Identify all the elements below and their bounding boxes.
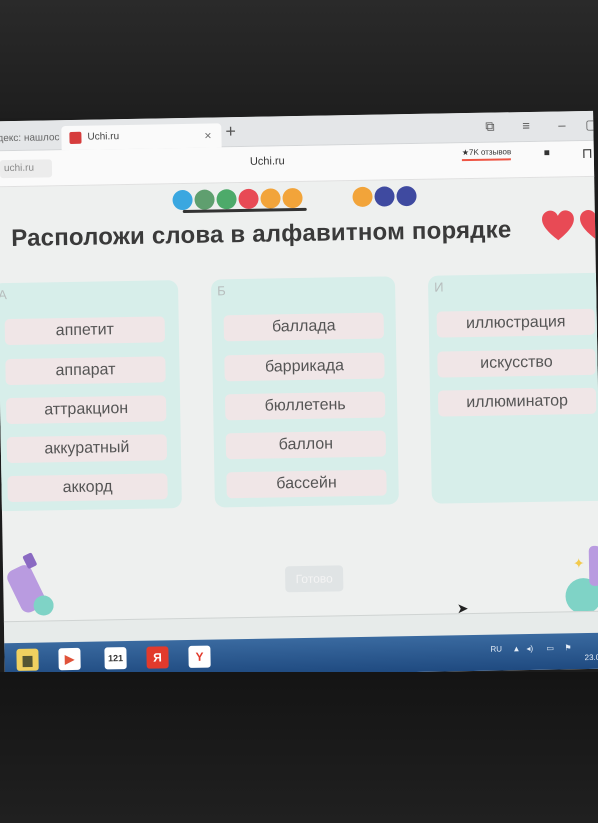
word-card[interactable]: искусство — [437, 348, 596, 378]
reviews-link[interactable]: ★7K отзывов — [461, 147, 512, 162]
flag-icon[interactable]: ⚑ — [564, 643, 571, 652]
word-card[interactable]: бюллетень — [224, 391, 386, 421]
screen: декс: нашлос Uchi.ru × + ⧉ ≡ – ▢ uchi.ru… — [0, 110, 598, 680]
mouse-cursor-icon: ➤ — [456, 600, 469, 617]
word-card[interactable]: аппарат — [5, 356, 166, 386]
word-card[interactable]: аккорд — [7, 473, 168, 503]
uchi-favicon-icon — [69, 131, 82, 144]
new-tab-button[interactable]: + — [225, 121, 236, 142]
task-title: Расположи слова в алфавитном порядке — [10, 216, 512, 253]
word-card[interactable]: аккуратный — [6, 434, 168, 464]
word-card[interactable]: аттракцион — [5, 395, 167, 425]
ready-button[interactable]: Готово — [284, 565, 344, 593]
network-icon[interactable]: ▭ — [546, 644, 554, 653]
svg-text:✦: ✦ — [573, 555, 585, 571]
word-card[interactable]: иллюминатор — [437, 387, 597, 417]
progress-dot — [238, 188, 259, 210]
progress-dot — [172, 189, 193, 211]
progress-dot — [396, 185, 417, 207]
address-chip[interactable]: uchi.ru — [0, 159, 53, 179]
monitor-bezel-bottom — [0, 672, 598, 823]
column-b: Б баллада баррикада бюллетень баллон бас… — [210, 276, 399, 508]
column-letter: Б — [217, 283, 226, 299]
clock-date: 23.0 — [584, 652, 598, 663]
word-card[interactable]: баррикада — [224, 352, 385, 382]
bookmark-icon[interactable]: ■ — [544, 148, 550, 159]
progress-dot — [260, 188, 281, 209]
tab-uchi[interactable]: Uchi.ru × — [61, 123, 222, 151]
language-indicator[interactable]: RU — [490, 645, 502, 654]
word-card[interactable]: бассейн — [226, 469, 387, 499]
heart-icon — [542, 210, 574, 241]
media-player-icon[interactable]: ▶ — [58, 647, 81, 671]
monitor-bezel-top — [0, 0, 598, 118]
progress-dot — [282, 187, 303, 209]
address-page-title[interactable]: Uchi.ru — [250, 155, 285, 168]
yandex-icon[interactable]: Я — [146, 646, 169, 669]
progress-dot — [374, 186, 395, 207]
photo-frame: декс: нашлос Uchi.ru × + ⧉ ≡ – ▢ uchi.ru… — [0, 0, 598, 823]
maximize-icon[interactable]: ▢ — [585, 117, 598, 133]
progress-dot — [216, 189, 237, 210]
potion-bottle-icon — [7, 552, 54, 616]
word-card[interactable]: баллада — [223, 312, 385, 342]
heart-icon — [580, 209, 598, 240]
explorer-icon[interactable]: ▆ — [16, 648, 39, 671]
menu-icon[interactable]: ≡ — [522, 118, 530, 133]
column-letter: А — [0, 287, 7, 303]
close-tab-icon[interactable]: × — [204, 124, 211, 148]
bookmarks-manager-icon[interactable]: ⧉ — [485, 119, 495, 135]
minimize-icon[interactable]: – — [558, 117, 565, 132]
word-card[interactable]: иллюстрация — [436, 308, 595, 338]
progress-dot — [194, 189, 215, 210]
calendar-icon[interactable]: 121 — [104, 647, 127, 670]
decoration-icon: ✦ — [565, 545, 598, 615]
extensions-icon[interactable]: ⊓ — [582, 145, 593, 162]
word-card[interactable]: аппетит — [4, 316, 166, 346]
yandex-browser-icon[interactable]: Y — [188, 645, 211, 668]
volume-icon[interactable]: ◂) — [526, 644, 533, 653]
tab-yandex[interactable]: декс: нашлос — [0, 126, 60, 151]
word-card[interactable]: баллон — [225, 430, 387, 460]
column-a: А аппетит аппарат аттракцион аккуратный … — [0, 280, 182, 512]
tab-uchi-label: Uchi.ru — [87, 131, 120, 143]
column-letter: И — [433, 279, 444, 295]
column-i: И иллюстрация искусство иллюминатор — [427, 272, 598, 504]
tray-arrow-icon[interactable]: ▲ — [512, 644, 520, 653]
progress-dot — [352, 186, 373, 208]
